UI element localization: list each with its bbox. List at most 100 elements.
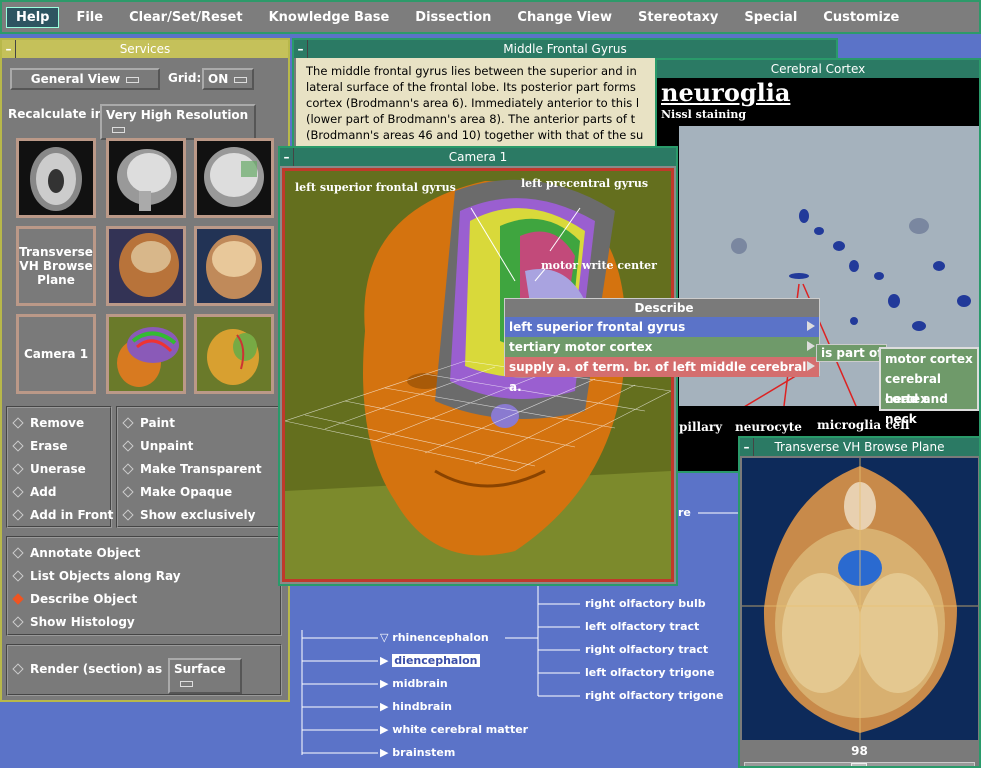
tree-node-white-matter[interactable]: ▶ white cerebral matter xyxy=(380,723,528,736)
describe-item-superior-frontal[interactable]: left superior frontal gyrus xyxy=(505,317,819,337)
tree-node-brainstem[interactable]: ▶ brainstem xyxy=(380,746,455,759)
window-title: Middle Frontal Gyrus xyxy=(503,42,627,56)
add-option[interactable]: Add xyxy=(12,485,57,499)
option-label: Paint xyxy=(140,416,175,430)
services-titlebar[interactable]: – Services xyxy=(2,40,288,58)
window-title: Transverse VH Browse Plane xyxy=(774,440,945,454)
tree-node-right-olfactory-tract[interactable]: right olfactory tract xyxy=(585,643,708,656)
radio-icon xyxy=(122,509,134,521)
camera-titlebar[interactable]: – Camera 1 xyxy=(280,148,676,166)
option-label: Add xyxy=(30,485,57,499)
describe-object-option[interactable]: Describe Object xyxy=(12,592,137,606)
menu-special[interactable]: Special xyxy=(735,8,806,27)
window-title: Services xyxy=(119,42,171,56)
radio-icon xyxy=(12,486,24,498)
part-head-and-neck[interactable]: head and neck xyxy=(881,389,977,426)
cortex-titlebar[interactable]: Cerebral Cortex xyxy=(657,60,979,78)
thumb-camera-brain[interactable] xyxy=(106,314,186,394)
part-motor-cortex[interactable]: motor cortex xyxy=(881,349,977,369)
make-opaque-option[interactable]: Make Opaque xyxy=(122,485,232,499)
menu-customize[interactable]: Customize xyxy=(814,8,908,27)
radio-icon xyxy=(122,440,134,452)
remove-option[interactable]: Remove xyxy=(12,416,84,430)
annotate-object-option[interactable]: Annotate Object xyxy=(12,546,140,560)
radio-icon xyxy=(12,570,24,582)
erase-option[interactable]: Erase xyxy=(12,439,68,453)
tree-node-hindbrain[interactable]: ▶ hindbrain xyxy=(380,700,452,713)
tvh-titlebar[interactable]: – Transverse VH Browse Plane xyxy=(740,438,979,456)
thumb-camera-head[interactable] xyxy=(194,314,274,394)
menu-knowledge-base[interactable]: Knowledge Base xyxy=(260,8,399,27)
tree-node-left-olfactory-tract[interactable]: left olfactory tract xyxy=(585,620,699,633)
describe-menu: Describe left superior frontal gyrus ter… xyxy=(504,298,820,394)
unerase-option[interactable]: Unerase xyxy=(12,462,86,476)
window-menu-icon[interactable]: – xyxy=(740,438,754,456)
transverse-vh-button[interactable]: Transverse VH Browse Plane xyxy=(16,226,96,306)
radio-icon xyxy=(12,509,24,521)
render-value: Surface xyxy=(174,662,226,676)
menu-stereotaxy[interactable]: Stereotaxy xyxy=(629,8,727,27)
tvh-image[interactable] xyxy=(742,458,978,740)
sagittal-mri-image xyxy=(117,149,177,211)
tree-node-right-olfactory-trigone[interactable]: right olfactory trigone xyxy=(585,689,723,702)
vh-sagittal-image xyxy=(119,233,179,297)
tree-label: midbrain xyxy=(392,677,448,690)
show-histology-option[interactable]: Show Histology xyxy=(12,615,135,629)
is-part-of-label[interactable]: is part of xyxy=(816,344,888,362)
thumb-vh-coronal[interactable] xyxy=(194,226,274,306)
radio-icon xyxy=(12,547,24,559)
menu-help[interactable]: Help xyxy=(6,6,60,28)
tree-label: rhinencephalon xyxy=(392,631,489,644)
thumb-coronal-mri[interactable] xyxy=(194,138,274,218)
part-cerebral-cortex[interactable]: cerebral cortex xyxy=(881,369,977,406)
dropdown-icon xyxy=(112,126,125,133)
radio-icon xyxy=(12,663,24,675)
camera-1-button[interactable]: Camera 1 xyxy=(16,314,96,394)
paint-option[interactable]: Paint xyxy=(122,416,175,430)
thumb-sagittal-mri[interactable] xyxy=(106,138,186,218)
view-select[interactable]: General View xyxy=(10,68,160,90)
render-select[interactable]: Surface xyxy=(168,658,242,694)
window-menu-icon[interactable]: – xyxy=(280,148,294,166)
option-label: List Objects along Ray xyxy=(30,569,181,583)
thumb-axial-mri[interactable] xyxy=(16,138,96,218)
slice-number: 98 xyxy=(851,744,868,758)
recalc-value: Very High Resolution xyxy=(106,108,249,122)
render-option[interactable]: Render (section) as xyxy=(12,662,162,676)
window-menu-icon[interactable]: – xyxy=(294,40,308,58)
dropdown-icon xyxy=(234,76,248,83)
add-in-front-option[interactable]: Add in Front xyxy=(12,508,113,522)
radio-icon xyxy=(12,440,24,452)
tree-label: brainstem xyxy=(392,746,456,759)
menu-clear-set-reset[interactable]: Clear/Set/Reset xyxy=(120,8,251,27)
tree-node-midbrain[interactable]: ▶ midbrain xyxy=(380,677,448,690)
label-precentral: left precentral gyrus xyxy=(521,177,649,190)
tree-label: white cerebral matter xyxy=(392,723,529,736)
describe-item-tertiary-motor[interactable]: tertiary motor cortex xyxy=(505,337,819,357)
option-label: Show Histology xyxy=(30,615,135,629)
tree-node-rhinencephalon[interactable]: ▽ rhinencephalon xyxy=(380,631,489,644)
menu-file[interactable]: File xyxy=(67,8,112,27)
tree-node-partial[interactable]: re xyxy=(678,506,691,519)
tree-label: hindbrain xyxy=(392,700,452,713)
tree-node-left-olfactory-trigone[interactable]: left olfactory trigone xyxy=(585,666,715,679)
slider-handle[interactable] xyxy=(851,763,867,766)
radio-icon xyxy=(122,463,134,475)
describe-item-supply[interactable]: supply a. of term. br. of left middle ce… xyxy=(505,357,819,394)
show-exclusively-option[interactable]: Show exclusively xyxy=(122,508,256,522)
slice-slider[interactable] xyxy=(744,762,975,766)
window-menu-icon[interactable]: – xyxy=(2,40,16,58)
tree-node-diencephalon[interactable]: ▶ diencephalon xyxy=(380,654,480,667)
thumb-vh-sagittal[interactable] xyxy=(106,226,186,306)
unpaint-option[interactable]: Unpaint xyxy=(122,439,193,453)
mfg-titlebar[interactable]: – Middle Frontal Gyrus xyxy=(294,40,836,58)
recalc-select[interactable]: Very High Resolution xyxy=(100,104,256,140)
tree-node-right-olfactory-bulb[interactable]: right olfactory bulb xyxy=(585,597,706,610)
menu-change-view[interactable]: Change View xyxy=(508,8,621,27)
label-motor-write-center: motor write center xyxy=(541,259,657,272)
make-transparent-option[interactable]: Make Transparent xyxy=(122,462,262,476)
menu-dissection[interactable]: Dissection xyxy=(406,8,500,27)
transverse-section-image xyxy=(742,458,978,740)
list-objects-option[interactable]: List Objects along Ray xyxy=(12,569,181,583)
grid-select[interactable]: ON xyxy=(202,68,254,90)
